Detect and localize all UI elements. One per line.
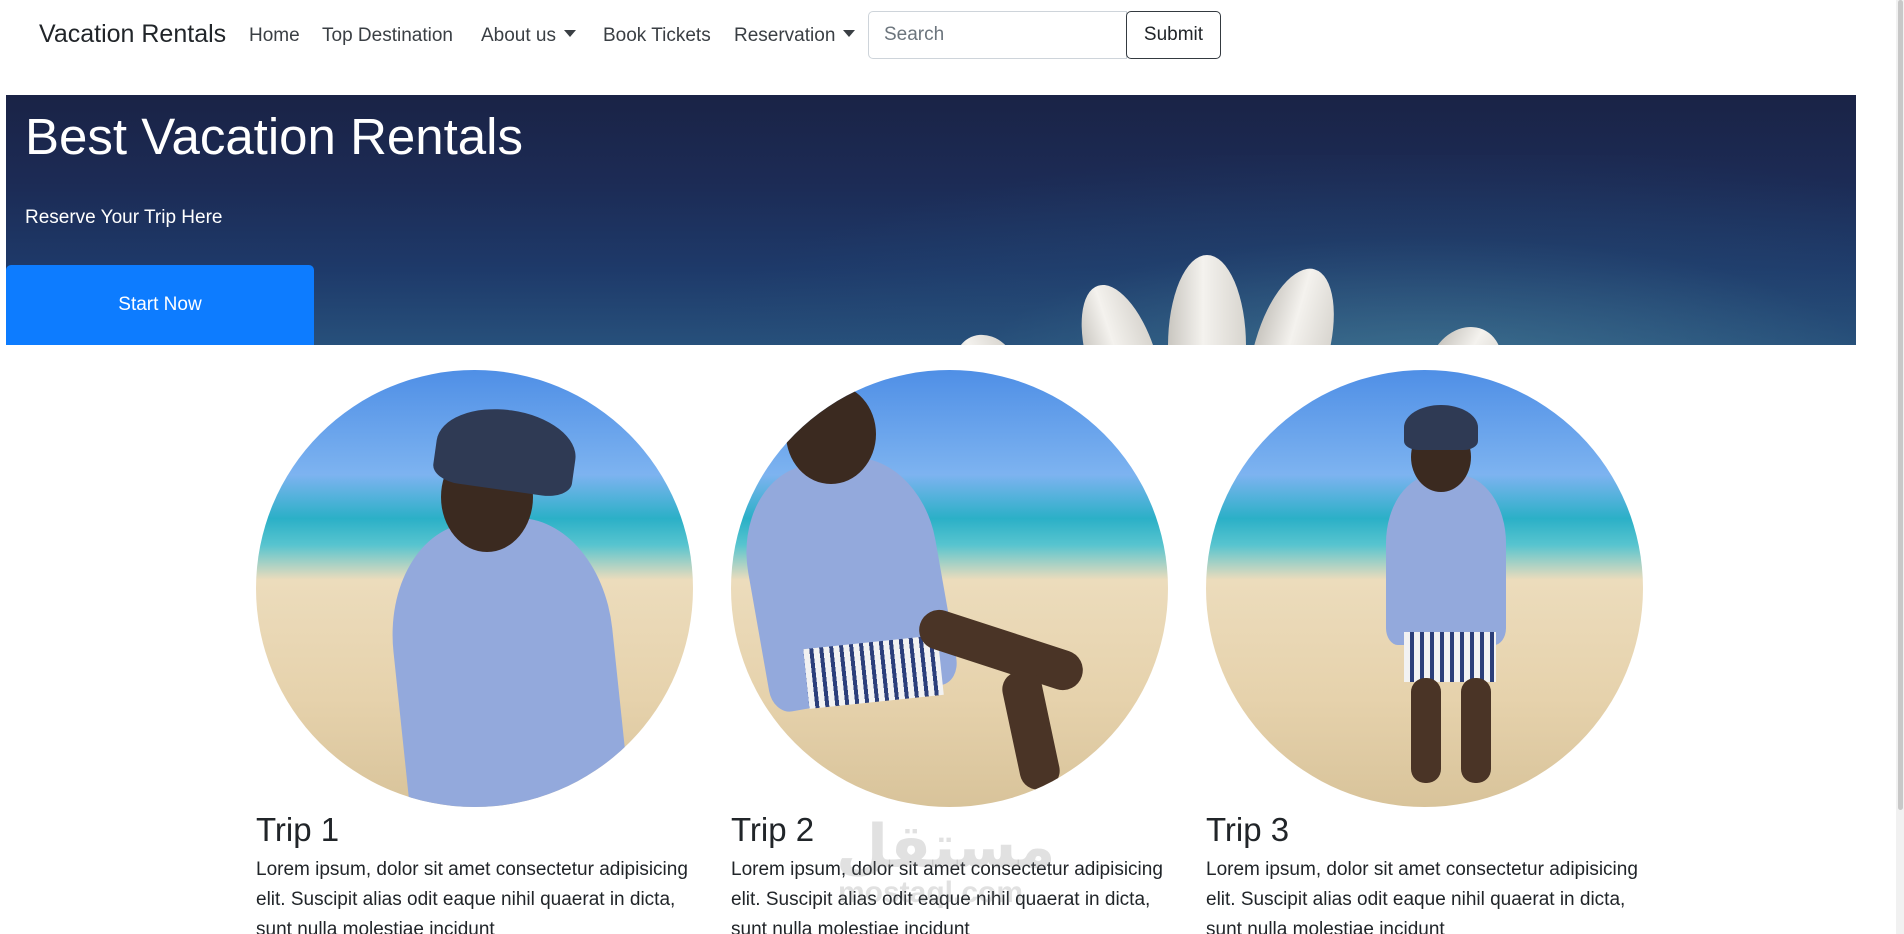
submit-button[interactable]: Submit (1126, 11, 1221, 59)
hero-banner: Best Vacation Rentals Reserve Your Trip … (6, 95, 1856, 345)
start-now-button[interactable]: Start Now (6, 265, 314, 345)
chevron-down-icon (843, 30, 856, 37)
search-input[interactable] (868, 11, 1127, 59)
trip-description: Lorem ipsum, dolor sit amet consectetur … (256, 859, 688, 934)
chevron-down-icon (564, 30, 576, 37)
photo-figure-shorts (803, 635, 944, 709)
photo-figure-shirt (1386, 475, 1506, 645)
trip-photo[interactable] (1206, 370, 1643, 807)
nav-reservation-label: Reservation (734, 25, 836, 46)
trip-description: Lorem ipsum, dolor sit amet consectetur … (731, 859, 1163, 934)
nav-book-tickets[interactable]: Book Tickets (603, 25, 711, 47)
brand-link[interactable]: Vacation Rentals (39, 20, 226, 49)
nav-about-us-dropdown[interactable]: About us (481, 25, 576, 47)
photo-figure-legs (1461, 678, 1491, 783)
photo-figure-hat (1404, 405, 1478, 450)
trip-photo[interactable] (256, 370, 693, 807)
trip-photo[interactable] (731, 370, 1168, 807)
hero-title: Best Vacation Rentals (25, 108, 523, 165)
nav-top-destination[interactable]: Top Destination (322, 25, 453, 47)
trip-title: Trip 2 (731, 811, 815, 848)
nav-reservation-dropdown[interactable]: Reservation (734, 25, 856, 47)
photo-figure-head (786, 384, 876, 484)
nav-about-us-label: About us (481, 25, 556, 46)
trip-title: Trip 3 (1206, 811, 1290, 848)
photo-figure-legs (1411, 678, 1441, 783)
trip-card: Trip 3 Lorem ipsum, dolor sit amet conse… (1206, 370, 1643, 934)
nav-home[interactable]: Home (249, 25, 300, 47)
trip-description: Lorem ipsum, dolor sit amet consectetur … (1206, 859, 1638, 934)
vertical-scrollbar[interactable] (1896, 0, 1904, 934)
scrollbar-thumb[interactable] (1898, 0, 1903, 810)
navbar: Vacation Rentals Home Top Destination Ab… (0, 0, 1904, 70)
photo-figure-shorts (1404, 632, 1496, 682)
trip-title: Trip 1 (256, 811, 340, 848)
trip-card: Trip 1 Lorem ipsum, dolor sit amet conse… (256, 370, 693, 934)
trip-card: Trip 2 Lorem ipsum, dolor sit amet conse… (731, 370, 1168, 934)
hero-subtitle: Reserve Your Trip Here (25, 207, 223, 228)
photo-figure-shirt (380, 509, 632, 807)
